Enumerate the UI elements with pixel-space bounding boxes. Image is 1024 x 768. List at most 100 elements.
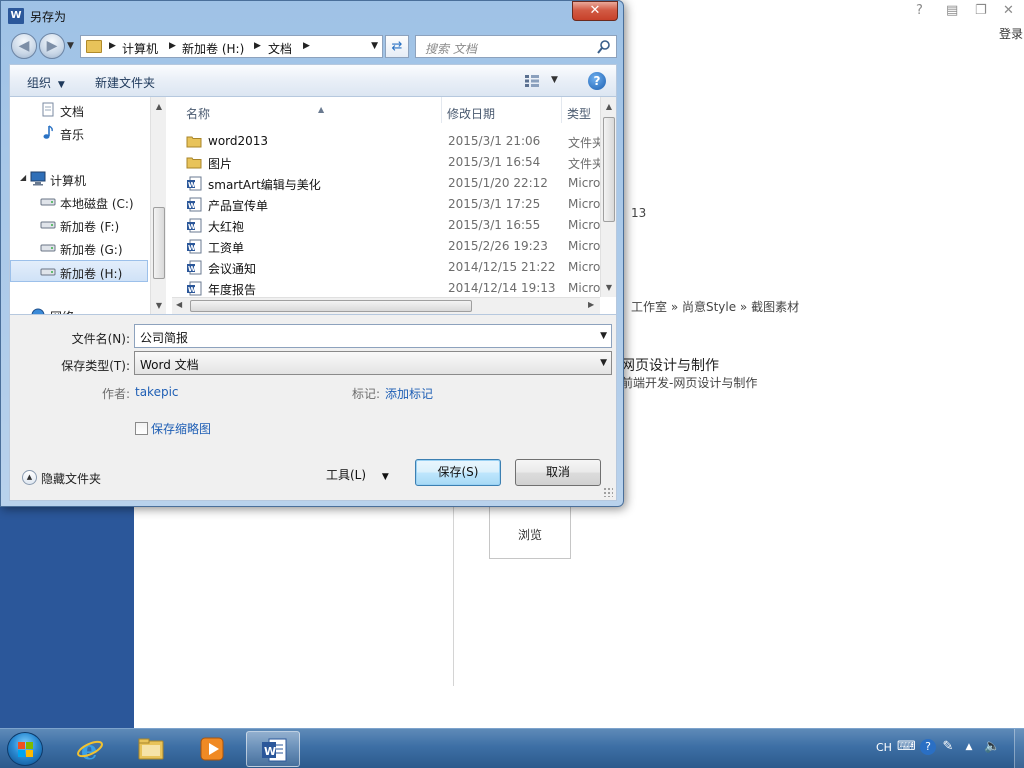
dialog-titlebar[interactable]: W 另存为 ✕ <box>1 1 623 31</box>
search-box[interactable]: 搜索 文档 <box>415 35 617 58</box>
svg-text:W: W <box>188 244 196 252</box>
scroll-thumb[interactable] <box>603 117 615 222</box>
save-button[interactable]: 保存(S) <box>415 459 501 486</box>
file-row[interactable]: W 年度报告 2014/12/14 19:13 Microsoft <box>182 278 616 299</box>
show-desktop-button[interactable] <box>1014 729 1024 768</box>
start-button[interactable] <box>7 732 43 766</box>
address-dropdown[interactable]: ▼ <box>371 41 378 51</box>
filename-input[interactable]: 公司简报 ▼ <box>134 324 612 348</box>
scroll-thumb[interactable] <box>190 300 472 312</box>
recent-locations-dropdown[interactable]: ▼ <box>67 41 74 51</box>
file-list-vscrollbar[interactable]: ▲ ▼ <box>600 97 616 297</box>
nav-item-network[interactable]: 网络 <box>10 304 148 314</box>
drive-icon <box>40 268 56 276</box>
drive-icon <box>40 198 56 206</box>
drive-icon <box>40 244 56 252</box>
search-input[interactable]: 搜索 文档 <box>425 40 477 57</box>
file-name: 年度报告 <box>208 283 257 297</box>
help-icon[interactable]: ? <box>588 72 606 90</box>
pen-icon[interactable]: ✎ <box>940 739 956 755</box>
breadcrumb-drive-h[interactable]: 新加卷 (H:) <box>182 40 244 57</box>
file-row[interactable]: W 大红袍 2015/3/1 16:55 Microsoft <box>182 215 616 236</box>
help-icon[interactable]: ? <box>916 3 923 18</box>
column-header-name[interactable]: 名称 ▲ <box>182 97 442 123</box>
column-header-type[interactable]: 类型 <box>562 97 602 123</box>
scroll-thumb[interactable] <box>153 207 165 279</box>
save-thumbnail-label[interactable]: 保存缩略图 <box>151 420 211 437</box>
author-field[interactable]: takepic <box>135 385 179 399</box>
scroll-down-icon[interactable]: ▼ <box>151 301 167 310</box>
taskbar-media-player[interactable] <box>185 731 239 767</box>
tags-field[interactable]: 添加标记 <box>385 385 433 402</box>
column-header-date[interactable]: 修改日期 <box>442 97 562 123</box>
address-bar[interactable]: ▶ 计算机 ▶ 新加卷 (H:) ▶ 文档 ▶ ▼ <box>80 35 383 58</box>
filetype-select[interactable]: Word 文档 ▼ <box>134 351 612 375</box>
nav-item-music[interactable]: 音乐 <box>10 122 148 144</box>
chevron-right-icon[interactable]: ▶ <box>169 41 176 51</box>
ribbon-display-icon[interactable]: ▤ <box>946 3 958 18</box>
cancel-button[interactable]: 取消 <box>515 459 601 486</box>
scroll-down-icon[interactable]: ▼ <box>601 283 617 292</box>
file-row[interactable]: W smartArt编辑与美化 2015/1/20 22:12 Microsof… <box>182 173 616 194</box>
restore-icon[interactable]: ❐ <box>975 3 987 18</box>
dialog-close-button[interactable]: ✕ <box>572 1 618 21</box>
nav-label: 计算机 <box>50 174 87 188</box>
nav-item-drive-f[interactable]: 新加卷 (F:) <box>10 214 148 236</box>
scroll-right-icon[interactable]: ▶ <box>588 300 594 309</box>
recent-folder-path[interactable]: 工作室 » 尚意Style » 截图素材 <box>631 298 799 315</box>
help-tray-icon[interactable]: ? <box>920 739 936 755</box>
file-row[interactable]: W 产品宣传单 2015/3/1 17:25 Microsoft <box>182 194 616 215</box>
resize-grip[interactable] <box>603 487 613 497</box>
nav-item-drive-h[interactable]: 新加卷 (H:) <box>10 260 148 282</box>
input-language[interactable]: CH <box>876 741 892 754</box>
file-row[interactable]: 图片 2015/3/1 16:54 文件夹 <box>182 152 604 173</box>
login-link[interactable]: 登录 <box>999 25 1023 42</box>
file-row[interactable]: W 工资单 2015/2/26 19:23 Microsoft <box>182 236 616 257</box>
scroll-left-icon[interactable]: ◀ <box>176 300 182 309</box>
nav-item-drive-g[interactable]: 新加卷 (G:) <box>10 237 148 259</box>
file-date: 2014/12/15 21:22 <box>448 260 556 274</box>
browse-label: 浏览 <box>517 528 542 542</box>
taskbar-word[interactable]: W <box>246 731 300 767</box>
save-as-dialog: W 另存为 ✕ ◀ ▶ ▼ ▶ 计算机 ▶ 新加卷 (H:) ▶ 文档 ▶ ▼ … <box>0 0 624 507</box>
tools-button[interactable]: 工具(L) ▼ <box>326 466 389 483</box>
keyboard-icon[interactable]: ⌨ <box>897 739 916 755</box>
volume-icon[interactable]: 🔈 <box>984 739 1000 755</box>
scroll-up-icon[interactable]: ▲ <box>151 102 167 111</box>
breadcrumb-documents[interactable]: 文档 <box>268 40 292 57</box>
nav-item-drive-c[interactable]: 本地磁盘 (C:) <box>10 191 148 213</box>
recent-folder-title[interactable]: 网页设计与制作 <box>621 355 719 375</box>
scroll-up-icon[interactable]: ▲ <box>601 102 617 111</box>
save-thumbnail-checkbox[interactable] <box>135 422 148 435</box>
organize-button[interactable]: 组织 ▼ <box>27 74 65 91</box>
file-row[interactable]: word2013 2015/3/1 21:06 文件夹 <box>182 131 604 152</box>
file-row[interactable]: W 会议通知 2014/12/15 21:22 Microsoft <box>182 257 616 278</box>
chevron-right-icon[interactable]: ▶ <box>254 41 261 51</box>
refresh-button[interactable]: ⇄ <box>385 35 409 58</box>
chevron-right-icon[interactable]: ▶ <box>109 41 116 51</box>
view-dropdown[interactable]: ▼ <box>551 75 558 85</box>
svg-text:W: W <box>188 202 196 210</box>
forward-button[interactable]: ▶ <box>39 33 65 59</box>
file-name: 会议通知 <box>208 262 257 276</box>
nav-item-computer[interactable]: ◢ 计算机 <box>10 168 148 190</box>
back-button[interactable]: ◀ <box>11 33 37 59</box>
chevron-down-icon[interactable]: ▼ <box>600 331 607 341</box>
chevron-right-icon[interactable]: ▶ <box>303 41 310 51</box>
filename-value: 公司简报 <box>140 331 189 345</box>
taskbar-explorer[interactable] <box>124 731 178 767</box>
view-options-icon[interactable] <box>524 74 540 88</box>
chevron-down-icon[interactable]: ▼ <box>600 358 607 368</box>
nav-pane-scrollbar[interactable]: ▲ ▼ <box>150 97 166 314</box>
close-icon[interactable]: ✕ <box>1003 3 1014 18</box>
taskbar-ie[interactable]: e <box>63 731 117 767</box>
file-list-hscrollbar[interactable]: ◀ ▶ <box>172 297 600 314</box>
expand-arrow-icon[interactable]: ◢ <box>20 173 26 182</box>
show-hidden-icons[interactable]: ▲ <box>961 739 977 755</box>
nav-item-documents[interactable]: 文档 <box>10 99 148 121</box>
breadcrumb-computer[interactable]: 计算机 <box>122 40 158 57</box>
documents-icon <box>42 102 54 117</box>
new-folder-button[interactable]: 新建文件夹 <box>95 74 155 91</box>
nav-label: 文档 <box>60 105 85 119</box>
navigation-bar: ◀ ▶ ▼ ▶ 计算机 ▶ 新加卷 (H:) ▶ 文档 ▶ ▼ ⇄ 搜索 文档 <box>9 32 617 60</box>
